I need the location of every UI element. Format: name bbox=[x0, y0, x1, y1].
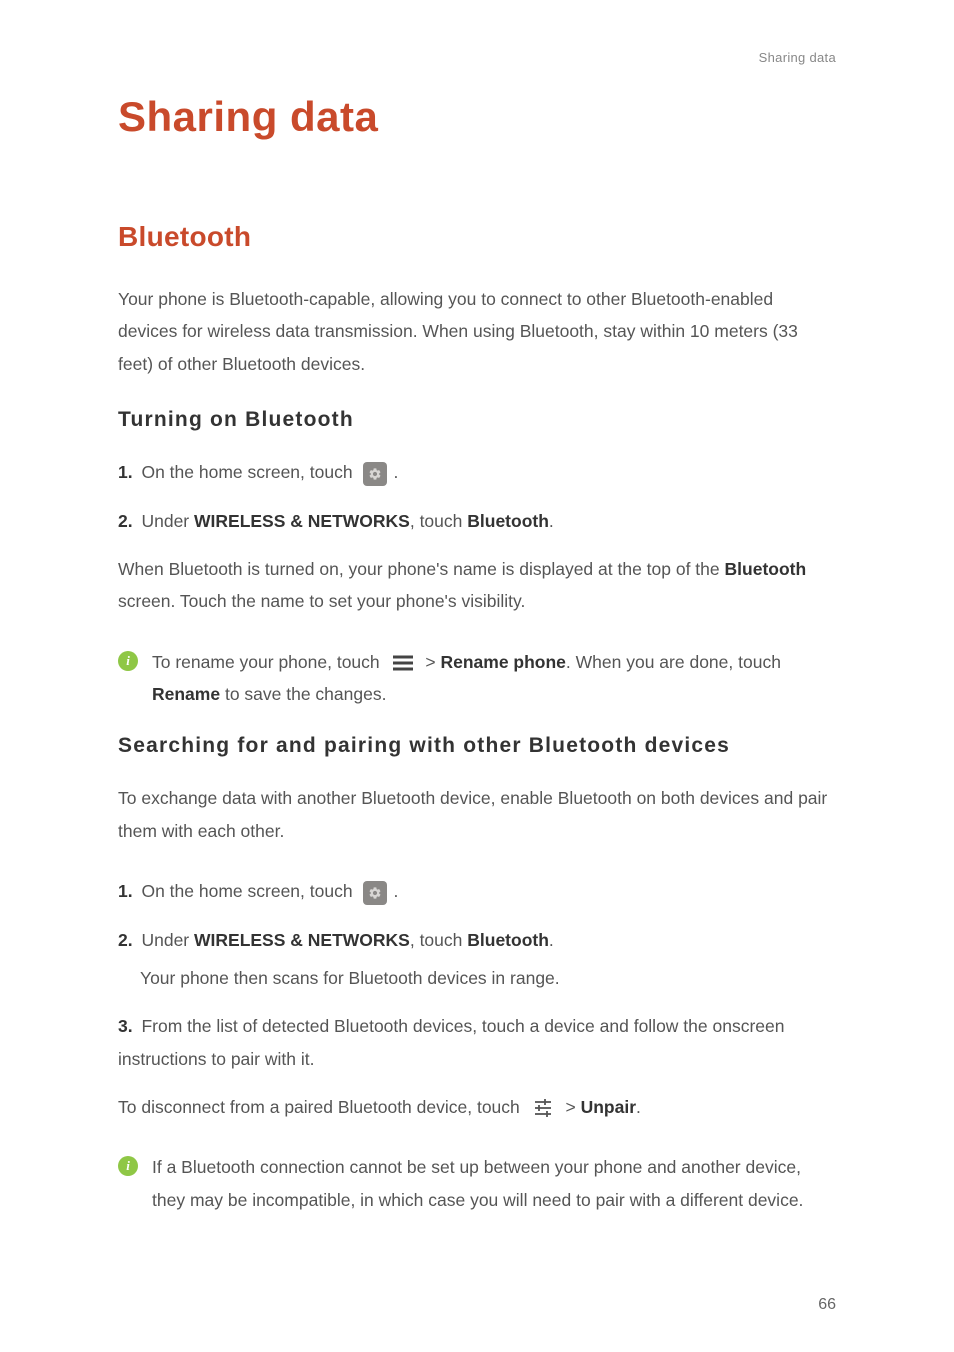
info-rename-phone: i To rename your phone, touch > Rename p… bbox=[118, 646, 836, 711]
turning-on-result: When Bluetooth is turned on, your phone'… bbox=[118, 553, 836, 618]
step-number-1: 1. bbox=[118, 462, 133, 482]
rename-label: Rename bbox=[152, 684, 220, 704]
step-number-2: 2. bbox=[118, 511, 133, 531]
disconnect-a: To disconnect from a paired Bluetooth de… bbox=[118, 1097, 525, 1117]
info-rename-text: To rename your phone, touch > Rename pho… bbox=[152, 646, 836, 711]
info-d: . When you are done, touch bbox=[566, 652, 781, 672]
settings-icon bbox=[363, 881, 387, 905]
info-incompatible: i If a Bluetooth connection cannot be se… bbox=[118, 1151, 836, 1216]
result-b: Bluetooth bbox=[725, 559, 807, 579]
s2a: Under bbox=[137, 930, 194, 950]
info-f: to save the changes. bbox=[220, 684, 386, 704]
page-title: Sharing data bbox=[118, 93, 836, 141]
header-section-label: Sharing data bbox=[118, 50, 836, 65]
bluetooth-heading: Bluetooth bbox=[118, 221, 836, 253]
step-2-turning-on: 2. Under WIRELESS & NETWORKS, touch Blue… bbox=[118, 505, 836, 537]
info-a: To rename your phone, touch bbox=[152, 652, 385, 672]
turning-on-heading: Turning on Bluetooth bbox=[118, 408, 836, 432]
disconnect-b: > bbox=[561, 1097, 581, 1117]
page-number: 66 bbox=[818, 1296, 836, 1314]
searching-heading: Searching for and pairing with other Blu… bbox=[118, 734, 836, 758]
info-icon: i bbox=[118, 651, 138, 671]
step-number-1b: 1. bbox=[118, 881, 133, 901]
sliders-icon bbox=[531, 1096, 555, 1120]
searching-step1-text: On the home screen, touch bbox=[137, 881, 358, 901]
disconnect-text: To disconnect from a paired Bluetooth de… bbox=[118, 1091, 836, 1123]
wireless-networks-label-2: WIRELESS & NETWORKS bbox=[194, 930, 410, 950]
s2e: . bbox=[549, 930, 554, 950]
searching-step-2: 2. Under WIRELESS & NETWORKS, touch Blue… bbox=[118, 924, 836, 956]
info-incompatible-text: If a Bluetooth connection cannot be set … bbox=[152, 1151, 836, 1216]
disconnect-d: . bbox=[636, 1097, 641, 1117]
step-1-text: On the home screen, touch bbox=[137, 462, 358, 482]
unpair-label: Unpair bbox=[581, 1097, 636, 1117]
step-2a: Under bbox=[137, 511, 194, 531]
settings-icon bbox=[363, 462, 387, 486]
step-1-after: . bbox=[393, 462, 398, 482]
s2c: , touch bbox=[410, 930, 467, 950]
searching-step-1: 1. On the home screen, touch . bbox=[118, 875, 836, 907]
bluetooth-label: Bluetooth bbox=[467, 511, 549, 531]
bluetooth-intro-text: Your phone is Bluetooth-capable, allowin… bbox=[118, 283, 836, 380]
menu-icon bbox=[391, 654, 415, 672]
searching-step2-sub: Your phone then scans for Bluetooth devi… bbox=[140, 962, 836, 994]
step-1-turning-on: 1. On the home screen, touch . bbox=[118, 456, 836, 488]
result-c: screen. Touch the name to set your phone… bbox=[118, 591, 525, 611]
step-2e: . bbox=[549, 511, 554, 531]
bluetooth-label-2: Bluetooth bbox=[467, 930, 549, 950]
searching-intro: To exchange data with another Bluetooth … bbox=[118, 782, 836, 847]
step-number-3: 3. bbox=[118, 1016, 133, 1036]
searching-step3-text: From the list of detected Bluetooth devi… bbox=[118, 1016, 785, 1068]
info-b: > bbox=[421, 652, 441, 672]
rename-phone-label: Rename phone bbox=[440, 652, 565, 672]
searching-step1-after: . bbox=[393, 881, 398, 901]
info-icon: i bbox=[118, 1156, 138, 1176]
searching-step-3: 3. From the list of detected Bluetooth d… bbox=[118, 1010, 836, 1075]
result-a: When Bluetooth is turned on, your phone'… bbox=[118, 559, 725, 579]
step-number-2b: 2. bbox=[118, 930, 133, 950]
wireless-networks-label: WIRELESS & NETWORKS bbox=[194, 511, 410, 531]
step-2c: , touch bbox=[410, 511, 467, 531]
